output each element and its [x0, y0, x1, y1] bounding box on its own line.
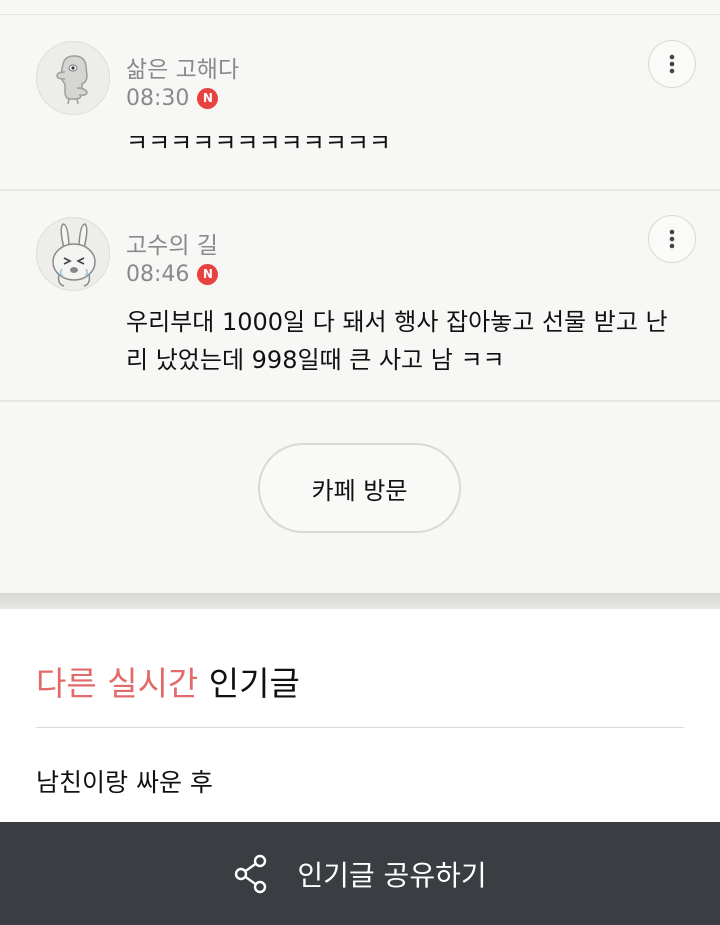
comment-time: 08:30 N	[126, 86, 219, 111]
comment-divider	[0, 400, 720, 402]
popular-title-plain: 인기글	[208, 664, 300, 703]
comment-item: 고수의 길 08:46 N 우리부대 1000일 다 돼서 행사 잡아놓고 선물…	[0, 191, 720, 401]
comment-time-text: 08:30	[126, 86, 190, 111]
avatar-character-icon	[56, 55, 88, 105]
popular-divider	[36, 727, 684, 728]
cafe-visit-button[interactable]: 카페 방문	[258, 443, 461, 533]
popular-section-title: 다른 실시간 인기글	[36, 657, 300, 705]
new-badge: N	[197, 264, 219, 285]
comment-author[interactable]: 삶은 고해다	[126, 50, 239, 84]
more-vertical-icon	[669, 229, 675, 249]
comment-text: 우리부대 1000일 다 돼서 행사 잡아놓고 선물 받고 난리 났었는데 99…	[126, 308, 668, 374]
avatar[interactable]	[36, 217, 110, 291]
share-icon	[235, 854, 267, 893]
more-options-button[interactable]	[648, 215, 696, 263]
popular-posts-section: 다른 실시간 인기글 남친이랑 싸운 후	[0, 609, 720, 822]
comment-text: ㅋㅋㅋㅋㅋㅋㅋㅋㅋㅋㅋㅋ	[126, 129, 391, 157]
share-label: 인기글 공유하기	[297, 858, 487, 892]
comment-time-text: 08:46	[126, 262, 190, 287]
new-badge: N	[197, 88, 219, 109]
avatar-rabbit-icon	[52, 223, 96, 287]
comment-item: 삶은 고해다 08:30 N ㅋㅋㅋㅋㅋㅋㅋㅋㅋㅋㅋㅋ	[0, 0, 720, 190]
share-popular-button[interactable]: 인기글 공유하기	[0, 822, 720, 925]
avatar[interactable]	[36, 41, 110, 115]
comment-author[interactable]: 고수의 길	[126, 226, 218, 260]
more-vertical-icon	[669, 54, 675, 74]
section-separator	[0, 593, 720, 609]
more-options-button[interactable]	[648, 40, 696, 88]
popular-title-accent: 다른 실시간	[36, 664, 199, 703]
comment-time: 08:46 N	[126, 262, 219, 287]
popular-post-link[interactable]: 남친이랑 싸운 후	[36, 763, 213, 799]
